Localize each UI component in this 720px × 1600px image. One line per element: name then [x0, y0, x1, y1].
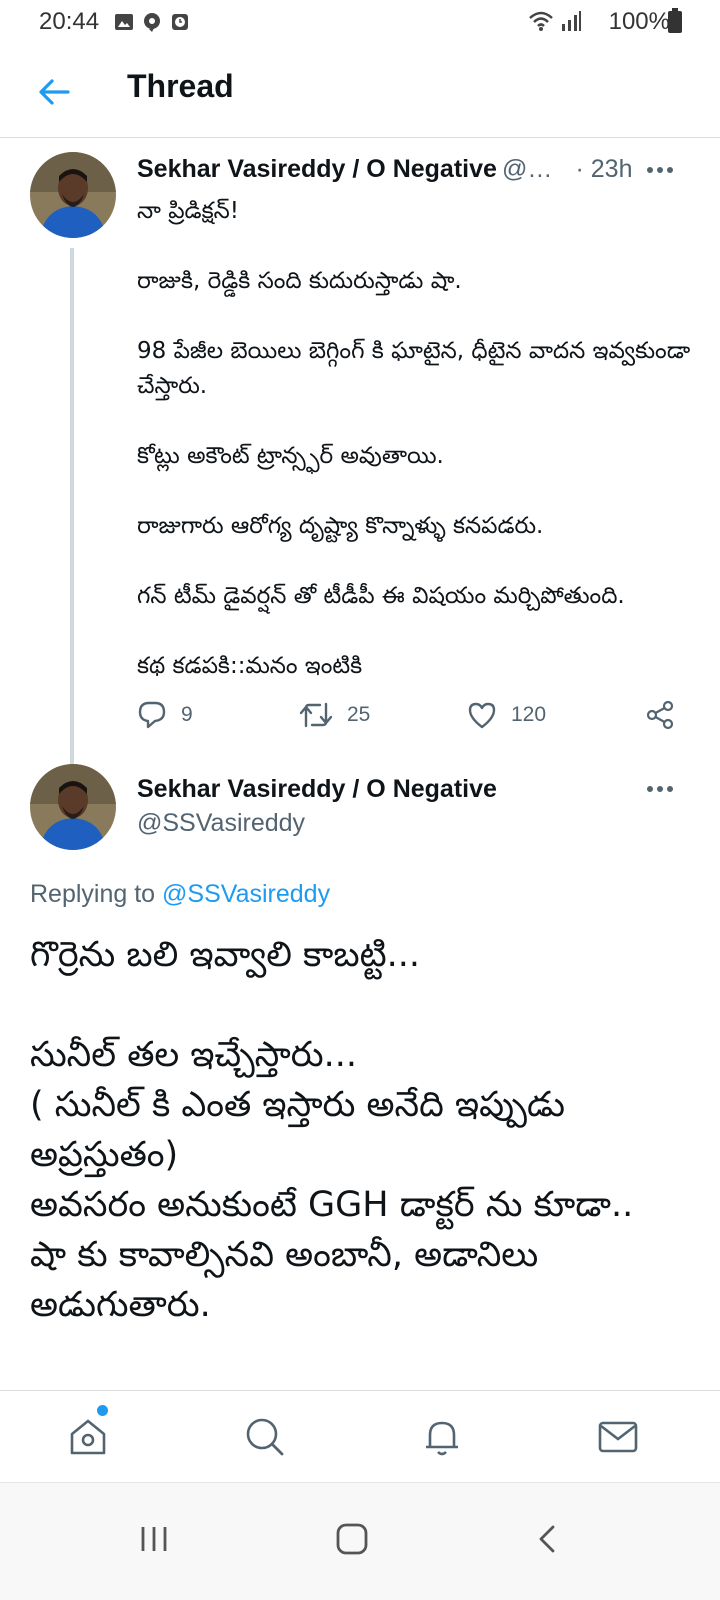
alarm-icon — [172, 14, 188, 30]
arrow-left-icon — [39, 79, 70, 105]
avatar-image — [30, 152, 116, 238]
home-system-button[interactable] — [322, 1509, 382, 1569]
recent-apps-button[interactable] — [124, 1509, 184, 1569]
search-icon — [246, 1418, 284, 1456]
tweet-header: Sekhar Vasireddy / O Negative @… · 23h — [137, 155, 657, 184]
dot-icon — [667, 786, 673, 792]
home-square-icon — [336, 1523, 368, 1555]
share-icon — [646, 700, 674, 730]
reply-count: 9 — [181, 703, 193, 726]
share-button[interactable] — [645, 700, 675, 730]
notification-dot — [97, 1405, 108, 1416]
heart-icon — [468, 702, 496, 729]
gallery-icon — [115, 14, 133, 30]
like-count: 120 — [511, 703, 547, 726]
battery-icon — [668, 8, 682, 33]
signal-icon — [562, 11, 581, 31]
wifi-icon — [529, 11, 553, 31]
retweet-count: 25 — [347, 703, 371, 726]
tweet-actions: 9 25 120 — [137, 700, 697, 740]
bottom-navigation — [0, 1390, 720, 1482]
replying-to-label: Replying to — [30, 880, 156, 908]
status-bar: 20:44 100% — [0, 0, 720, 46]
top-app-bar: Thread — [0, 46, 720, 138]
thread-connector-line — [70, 248, 74, 772]
back-button[interactable] — [34, 72, 74, 112]
battery-percent: 100% — [608, 8, 670, 35]
author-handle[interactable]: @SSVasireddy — [137, 809, 305, 838]
more-options-button[interactable] — [640, 774, 680, 804]
dot-icon — [647, 786, 653, 792]
dot-icon — [667, 167, 673, 173]
dot-icon — [657, 167, 663, 173]
status-time: 20:44 — [39, 8, 100, 35]
mail-icon — [598, 1421, 638, 1453]
status-system-icons — [528, 10, 582, 32]
back-system-button[interactable] — [518, 1509, 578, 1569]
recent-apps-icon — [141, 1527, 167, 1551]
avatar-image — [30, 764, 116, 850]
nav-search[interactable] — [241, 1413, 289, 1461]
replying-to: Replying to @SSVasireddy — [30, 880, 330, 909]
author-handle[interactable]: @… — [502, 155, 552, 183]
tweet-text: గొర్రెను బలి ఇవ్వాలి కాబట్టి... సునీల్ త… — [30, 935, 634, 1325]
retweet-icon — [299, 702, 333, 728]
reply-button[interactable]: 9 — [137, 700, 193, 730]
dot-icon — [657, 786, 663, 792]
tweet-text: నా ప్రిడిక్షన్! రాజుకి, రెడ్డికి సంది కు… — [137, 198, 691, 679]
chat-bubble-icon — [144, 13, 160, 32]
avatar[interactable] — [30, 152, 116, 238]
more-options-button[interactable] — [640, 155, 680, 185]
status-notification-icons — [114, 12, 190, 32]
page-title: Thread — [127, 68, 234, 104]
nav-home[interactable] — [64, 1413, 112, 1461]
avatar[interactable] — [30, 764, 116, 850]
author-name[interactable]: Sekhar Vasireddy / O Negative — [137, 775, 497, 804]
system-navigation-bar — [0, 1482, 720, 1600]
chevron-left-icon — [539, 1525, 555, 1553]
nav-notifications[interactable] — [418, 1413, 466, 1461]
like-button[interactable]: 120 — [467, 700, 546, 730]
tweet-time[interactable]: · 23h — [575, 155, 632, 183]
replying-to-link[interactable]: @SSVasireddy — [162, 880, 330, 908]
bell-icon — [426, 1421, 458, 1456]
nav-messages[interactable] — [594, 1413, 642, 1461]
home-icon — [70, 1419, 106, 1455]
dot-icon — [647, 167, 653, 173]
retweet-button[interactable]: 25 — [299, 700, 370, 730]
reply-icon — [138, 701, 166, 729]
author-name[interactable]: Sekhar Vasireddy / O Negative — [137, 155, 497, 183]
